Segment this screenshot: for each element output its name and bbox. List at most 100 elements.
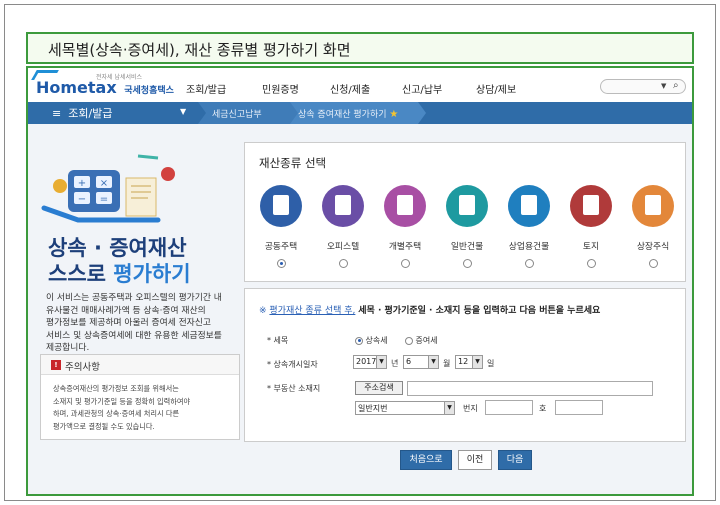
breadcrumb-arrow (418, 102, 426, 124)
svg-text:+: + (78, 178, 86, 189)
chevron-down-icon: ▼ (472, 356, 482, 368)
lot-number-input[interactable] (485, 400, 533, 415)
breadcrumb-current-label: 상속 증여재산 평가하기 (298, 110, 387, 120)
property-type-officetel[interactable]: 오피스텔 (313, 185, 373, 268)
notice-line: 소재지 및 평가기준일 등을 정확히 입력하여야 (53, 396, 191, 406)
address-search-button[interactable]: 주소검색 (355, 381, 403, 395)
chevron-down-icon: ▼ (376, 356, 386, 368)
officetel-icon[interactable] (322, 185, 364, 227)
sub-number-input[interactable] (555, 400, 603, 415)
notice-body: 상속증여재산의 평가정보 조회를 위해서는 소재지 및 평가기준일 등을 정확히… (53, 383, 237, 433)
day-select[interactable]: 12 ▼ (455, 355, 483, 369)
property-type-house[interactable]: 개별주택 (375, 185, 435, 268)
year-select[interactable]: 2017 ▼ (353, 355, 387, 369)
tax-option-label: 상속세 (365, 336, 388, 345)
tax-option-gift[interactable]: 증여세 (405, 335, 438, 346)
stock-icon[interactable] (632, 185, 674, 227)
property-type-label: 토지 (582, 242, 600, 252)
instruction-link[interactable]: 평가재산 종류 선택 후, (269, 306, 355, 316)
search-icon[interactable]: ⌕ (673, 80, 679, 91)
nav-item-inquiry[interactable]: 조회/발급 (186, 81, 226, 96)
building-icon[interactable] (446, 185, 488, 227)
hometax-logo[interactable]: Hometax 국세청홈택스 전자세 납세서비스 (36, 74, 174, 97)
start-date-label: * 상속개시일자 (267, 360, 318, 369)
logo-subtext: 국세청홈택스 (124, 86, 174, 96)
logo-tagline: 전자세 납세서비스 (96, 74, 143, 81)
building-glyph-icon (459, 195, 475, 215)
nav-item-filing[interactable]: 신고/납부 (402, 81, 442, 96)
nav-item-application[interactable]: 신청/제출 (330, 81, 370, 96)
apartment-icon[interactable] (260, 185, 302, 227)
favorite-star-icon[interactable]: ★ (389, 109, 398, 120)
year-unit: 년 (391, 359, 399, 368)
day-value: 12 (458, 357, 469, 366)
page-title: 세목별(상속·증여세), 재산 종류별 평가하기 화면 (48, 41, 351, 59)
house-icon[interactable] (384, 185, 426, 227)
menu-label: 조회/발급 (68, 107, 113, 120)
notice-line: 평가액으로 결정될 수도 있습니다. (53, 421, 155, 431)
warning-icon: ! (51, 360, 61, 370)
input-panel: ※ 평가재산 종류 선택 후, 세목 · 평가기준일 · 소재지 등을 입력하고… (244, 288, 686, 442)
menu-button[interactable]: ≡ 조회/발급 (52, 105, 112, 121)
month-select[interactable]: 6 ▼ (403, 355, 439, 369)
month-value: 6 (406, 357, 412, 366)
tax-type-label: * 세목 (267, 336, 289, 345)
service-description: 이 서비스는 공동주택과 오피스텔의 평가기간 내 유사물건 매매사례가액 등 … (46, 292, 242, 355)
tax-option-inheritance[interactable]: 상속세 (355, 335, 388, 346)
tax-radio-gift[interactable] (405, 336, 413, 345)
house-glyph-icon (397, 195, 413, 215)
description-line: 평가정보를 제공하며 아울러 증여세 전자신고 (46, 318, 211, 328)
land-glyph-icon (583, 195, 599, 215)
description-line: 이 서비스는 공동주택과 오피스텔의 평가기간 내 (46, 293, 222, 303)
menu-bar: ≡ 조회/발급 ▼ 세금신고납부 상속 증여재산 평가하기 ★ (28, 102, 692, 124)
property-type-label: 공동주택 (264, 242, 298, 252)
lot-number-unit: 번지 (463, 404, 478, 413)
property-type-land[interactable]: 토지 (561, 185, 621, 268)
property-type-radio[interactable] (462, 259, 472, 268)
chevron-down-icon: ▼ (428, 356, 438, 368)
property-type-commercial[interactable]: 상업용건물 (499, 185, 559, 268)
calculator-document-illustration-icon: + × − = (41, 154, 175, 223)
page-title-box: 세목별(상속·증여세), 재산 종류별 평가하기 화면 (26, 32, 694, 64)
hero-title-line2: 스스로 평가하기 (48, 258, 191, 288)
property-type-radio[interactable] (276, 259, 286, 268)
breadcrumb-current[interactable]: 상속 증여재산 평가하기 ★ (298, 107, 398, 120)
tax-radio-inheritance[interactable] (355, 336, 363, 345)
month-unit: 월 (443, 359, 451, 368)
apartment-glyph-icon (273, 195, 289, 215)
property-type-apartment[interactable]: 공동주택 (251, 185, 311, 268)
next-button[interactable]: 다음 (498, 450, 532, 470)
commercial-glyph-icon (521, 195, 537, 215)
property-type-radio[interactable] (648, 259, 658, 268)
input-instructions: ※ 평가재산 종류 선택 후, 세목 · 평가기준일 · 소재지 등을 입력하고… (259, 303, 600, 316)
notice-line: 상속증여재산의 평가정보 조회를 위해서는 (53, 384, 179, 393)
notice-label: 주의사항 (65, 362, 100, 373)
property-type-radio[interactable] (524, 259, 534, 268)
description-line: 유사물건 매매사례가액 등 상속·증여 재산의 (46, 305, 206, 316)
land-icon[interactable] (570, 185, 612, 227)
search-input[interactable]: ▼ ⌕ (600, 79, 686, 94)
property-type-building[interactable]: 일반건물 (437, 185, 497, 268)
description-line: 제공합니다. (46, 343, 90, 353)
officetel-glyph-icon (335, 195, 351, 215)
chevron-down-icon: ▼ (444, 402, 454, 414)
nav-item-consult[interactable]: 상담/제보 (476, 81, 516, 96)
breadcrumb-arrow (198, 102, 206, 124)
property-type-radio[interactable] (400, 259, 410, 268)
first-button[interactable]: 처음으로 (400, 450, 452, 470)
hero-title-part-a: 스스로 (48, 262, 106, 286)
sub-number-unit: 호 (539, 404, 547, 413)
address-input[interactable] (407, 381, 653, 396)
chevron-down-icon[interactable]: ▼ (661, 82, 666, 90)
property-type-radio[interactable] (586, 259, 596, 268)
breadcrumb-tax-filing[interactable]: 세금신고납부 (212, 107, 262, 120)
property-type-label: 일반건물 (450, 242, 484, 252)
property-panel-title: 재산종류 선택 (259, 156, 327, 170)
property-type-stock[interactable]: 상장주식 (623, 185, 683, 268)
prev-button[interactable]: 이전 (458, 450, 492, 470)
nav-item-certificate[interactable]: 민원증명 (262, 81, 299, 96)
lot-type-select[interactable]: 일반지번 ▼ (355, 401, 455, 415)
menu-chevron-down-icon[interactable]: ▼ (180, 107, 186, 116)
property-type-radio[interactable] (338, 259, 348, 268)
commercial-icon[interactable] (508, 185, 550, 227)
